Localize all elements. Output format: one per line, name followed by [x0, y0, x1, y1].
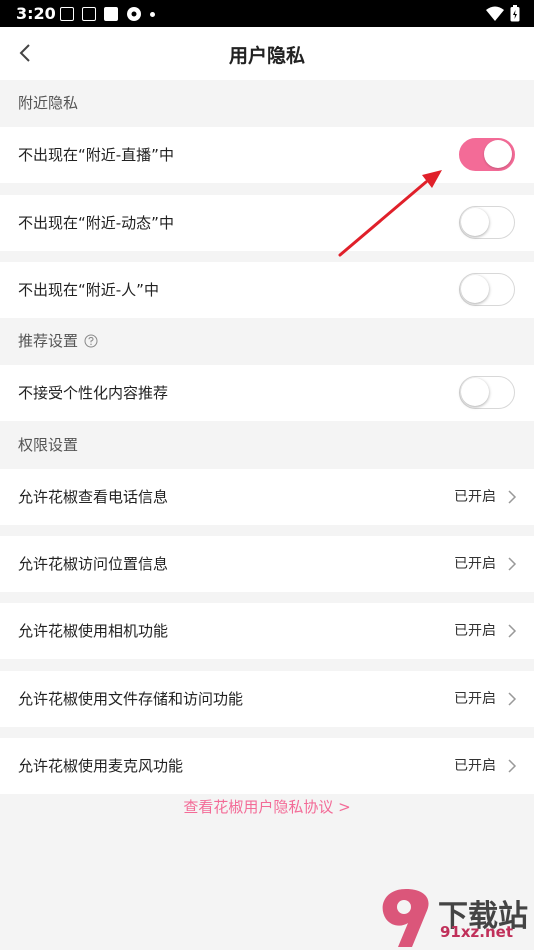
toggle-switch[interactable] [459, 273, 515, 306]
setting-row-hide-nearby-moments[interactable]: 不出现在“附近-动态”中 [0, 195, 534, 251]
chevron-right-icon [508, 490, 517, 504]
wifi-icon [486, 6, 504, 21]
battery-icon [510, 5, 520, 22]
permission-label: 允许花椒使用相机功能 [18, 622, 169, 640]
watermark-logo-icon [382, 889, 429, 947]
permission-label: 允许花椒访问位置信息 [18, 555, 169, 573]
section-header-permissions: 权限设置 [0, 422, 534, 468]
privacy-policy-link[interactable]: 查看花椒用户隐私协议 > [0, 796, 534, 817]
help-icon[interactable] [84, 334, 98, 348]
chevron-right-icon [508, 692, 517, 706]
gallery-notification-icon [82, 7, 96, 21]
toggle-knob [461, 275, 489, 303]
setting-label: 不出现在“附近-直播”中 [18, 146, 174, 164]
chevron-right-icon [508, 624, 517, 638]
toggle-knob [461, 208, 489, 236]
permission-row-phone[interactable]: 允许花椒查看电话信息 已开启 [0, 469, 534, 525]
chevron-right-icon [508, 557, 517, 571]
gallery-notification-icon [60, 7, 74, 21]
app-notification-icon [104, 7, 118, 21]
setting-row-hide-nearby-people[interactable]: 不出现在“附近-人”中 [0, 262, 534, 318]
permission-status: 已开启 [454, 758, 496, 774]
section-header-nearby: 附近隐私 [0, 80, 534, 126]
permission-label: 允许花椒查看电话信息 [18, 488, 169, 506]
toggle-knob [484, 140, 512, 168]
more-notifications-icon [150, 11, 155, 17]
setting-label: 不出现在“附近-人”中 [18, 281, 159, 299]
permission-row-storage[interactable]: 允许花椒使用文件存储和访问功能 已开启 [0, 671, 534, 727]
section-title: 推荐设置 [18, 332, 79, 350]
status-bar: 3:20 [0, 0, 534, 27]
toggle-switch[interactable] [459, 138, 515, 171]
permission-label: 允许花椒使用麦克风功能 [18, 757, 184, 775]
setting-row-personalized-recommendation[interactable]: 不接受个性化内容推荐 [0, 365, 534, 421]
toggle-knob [461, 378, 489, 406]
setting-label: 不接受个性化内容推荐 [18, 384, 169, 402]
site-watermark: 下载站 91xz.net [376, 885, 534, 950]
section-title: 附近隐私 [18, 94, 79, 112]
permission-status: 已开启 [454, 489, 496, 505]
permission-row-location[interactable]: 允许花椒访问位置信息 已开启 [0, 536, 534, 592]
permission-status: 已开启 [454, 556, 496, 572]
setting-row-hide-nearby-live[interactable]: 不出现在“附近-直播”中 [0, 127, 534, 183]
status-time: 3:20 [16, 4, 56, 23]
section-title: 权限设置 [18, 436, 79, 454]
system-icons [486, 5, 520, 22]
permission-row-microphone[interactable]: 允许花椒使用麦克风功能 已开启 [0, 738, 534, 794]
toggle-switch[interactable] [459, 376, 515, 409]
chevron-right-icon [508, 759, 517, 773]
pinwheel-notification-icon [127, 7, 141, 21]
permission-row-camera[interactable]: 允许花椒使用相机功能 已开启 [0, 603, 534, 659]
toggle-switch[interactable] [459, 206, 515, 239]
permission-status: 已开启 [454, 691, 496, 707]
permission-status: 已开启 [454, 623, 496, 639]
app-header: 用户隐私 [0, 27, 534, 80]
watermark-url: 91xz.net [440, 923, 514, 941]
page-title: 用户隐私 [228, 45, 305, 67]
section-header-recommend: 推荐设置 [0, 318, 534, 364]
setting-label: 不出现在“附近-动态”中 [18, 214, 174, 232]
permission-label: 允许花椒使用文件存储和访问功能 [18, 690, 244, 708]
notification-icons [60, 6, 155, 22]
